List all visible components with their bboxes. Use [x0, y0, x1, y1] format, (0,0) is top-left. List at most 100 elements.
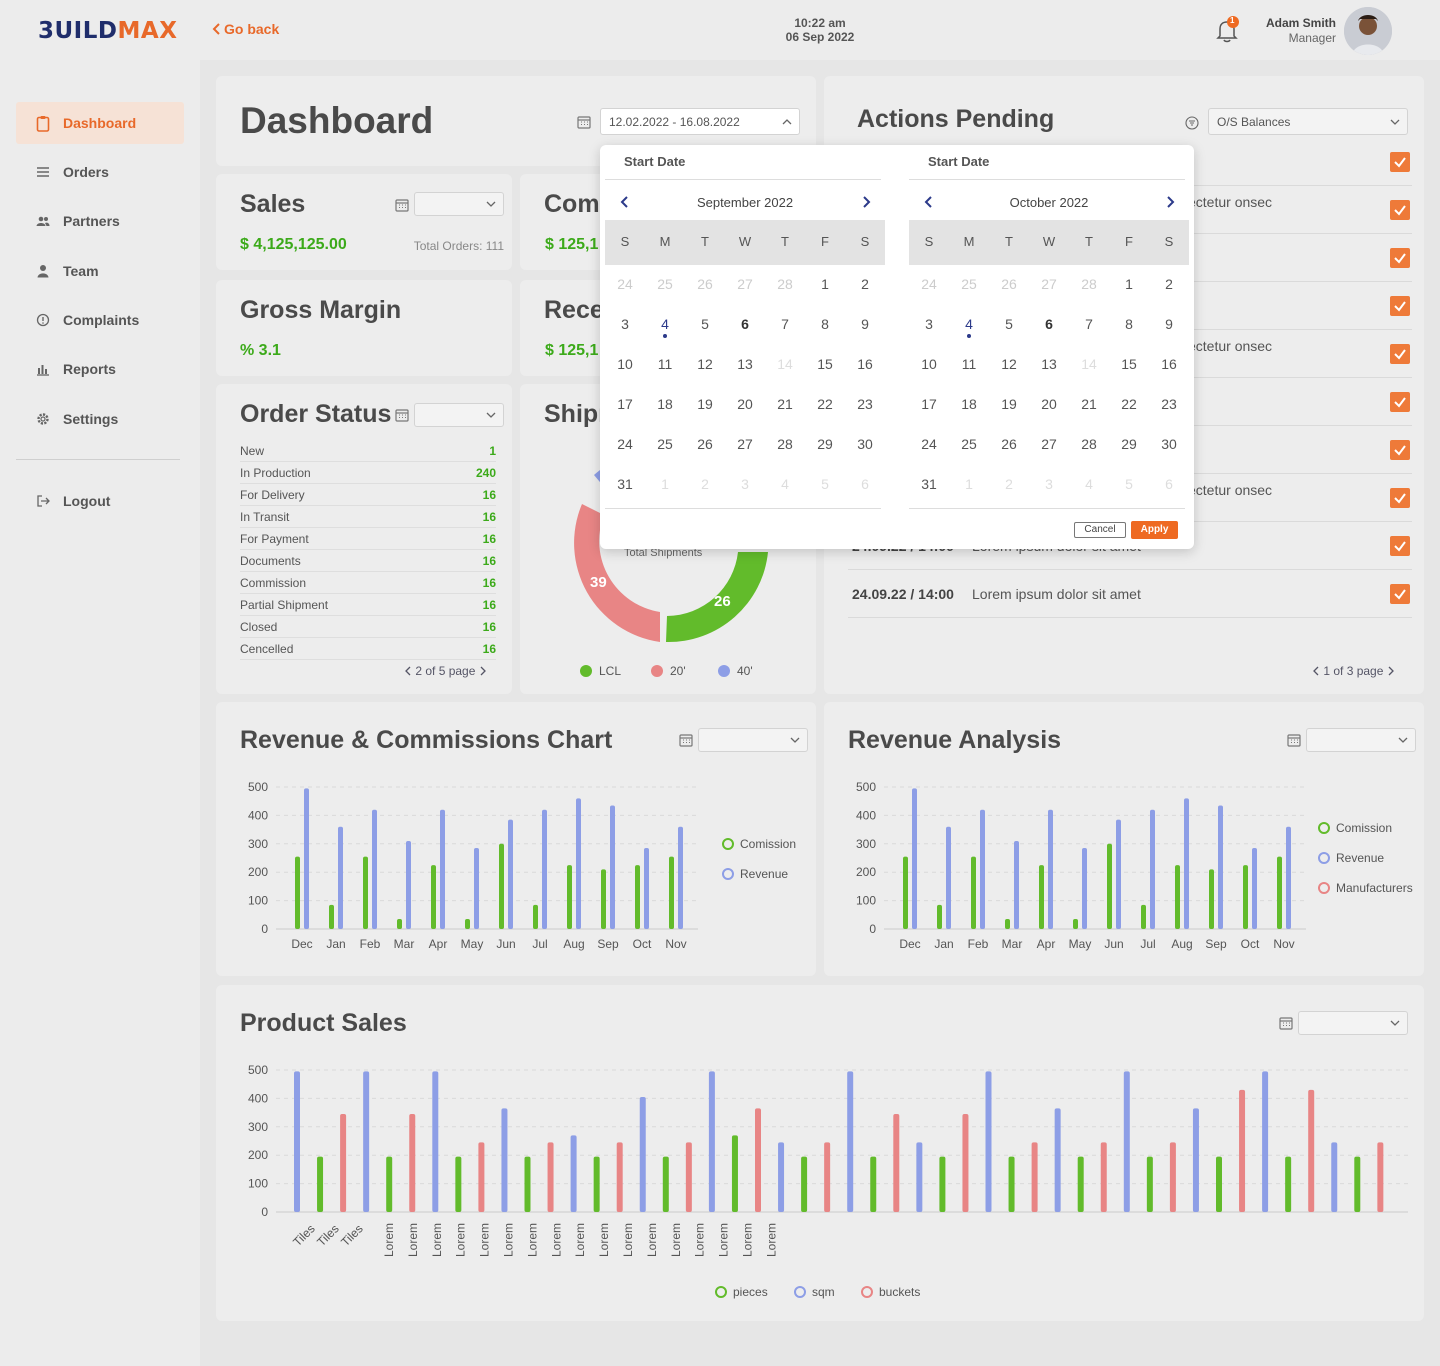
calendar-day[interactable]: 22 [1109, 384, 1149, 424]
order-status-select[interactable] [414, 403, 504, 427]
calendar-day[interactable]: 17 [605, 384, 645, 424]
action-checkbox[interactable] [1390, 584, 1410, 604]
action-checkbox[interactable] [1390, 536, 1410, 556]
chevron-right-icon[interactable] [1387, 666, 1395, 676]
calendar-day[interactable]: 4 [645, 304, 685, 344]
calendar-day[interactable]: 11 [645, 344, 685, 384]
calendar-day[interactable]: 2 [845, 264, 885, 304]
calendar-day[interactable]: 26 [989, 424, 1029, 464]
calendar-day[interactable]: 7 [765, 304, 805, 344]
calendar-day[interactable]: 24 [605, 424, 645, 464]
actions-pager[interactable]: 1 of 3 page [1312, 664, 1395, 678]
calendar-day[interactable]: 5 [1109, 464, 1149, 504]
calendar-day[interactable]: 13 [725, 344, 765, 384]
calendar-day[interactable]: 16 [1149, 344, 1189, 384]
calendar-day[interactable]: 24 [605, 264, 645, 304]
actions-filter-select[interactable]: O/S Balances [1208, 108, 1408, 135]
prev-month-icon[interactable] [922, 194, 936, 210]
action-checkbox[interactable] [1390, 152, 1410, 172]
chevron-right-icon[interactable] [479, 666, 487, 676]
calendar-day[interactable]: 8 [805, 304, 845, 344]
action-checkbox[interactable] [1390, 248, 1410, 268]
next-month-icon[interactable] [859, 194, 873, 210]
date-range-input[interactable]: 12.02.2022 - 16.08.2022 [600, 108, 800, 135]
calendar-day[interactable]: 18 [949, 384, 989, 424]
calendar-day[interactable]: 18 [645, 384, 685, 424]
calendar-day[interactable]: 30 [845, 424, 885, 464]
calendar-day[interactable]: 3 [909, 304, 949, 344]
calendar-day[interactable]: 1 [645, 464, 685, 504]
calendar-day[interactable]: 3 [725, 464, 765, 504]
calendar-day[interactable]: 6 [1029, 304, 1069, 344]
calendar-day[interactable]: 6 [845, 464, 885, 504]
calendar-day[interactable]: 12 [989, 344, 1029, 384]
calendar-day[interactable]: 22 [805, 384, 845, 424]
calendar-day[interactable]: 17 [909, 384, 949, 424]
calendar-day[interactable]: 28 [765, 424, 805, 464]
calendar-day[interactable]: 23 [845, 384, 885, 424]
calendar-day[interactable]: 6 [725, 304, 765, 344]
calendar-day[interactable]: 3 [1029, 464, 1069, 504]
avatar[interactable] [1344, 7, 1392, 55]
sales-period-select[interactable] [414, 192, 504, 216]
calendar-day[interactable]: 4 [765, 464, 805, 504]
calendar-day[interactable]: 24 [909, 424, 949, 464]
calendar-day[interactable]: 9 [845, 304, 885, 344]
calendar-day[interactable]: 7 [1069, 304, 1109, 344]
calendar-day[interactable]: 25 [645, 264, 685, 304]
calendar-day[interactable]: 6 [1149, 464, 1189, 504]
next-month-icon[interactable] [1163, 194, 1177, 210]
calendar-day[interactable]: 2 [1149, 264, 1189, 304]
calendar-day[interactable]: 25 [645, 424, 685, 464]
sidebar-item-reports[interactable]: Reports [16, 348, 184, 390]
prev-month-icon[interactable] [618, 194, 632, 210]
chevron-left-icon[interactable] [404, 666, 412, 676]
action-checkbox[interactable] [1390, 200, 1410, 220]
calendar-day[interactable]: 26 [685, 264, 725, 304]
calendar-day[interactable]: 19 [685, 384, 725, 424]
calendar-day[interactable]: 16 [845, 344, 885, 384]
calendar-day[interactable]: 21 [1069, 384, 1109, 424]
calendar-day[interactable]: 13 [1029, 344, 1069, 384]
apply-button[interactable]: Apply [1131, 521, 1178, 539]
calendar-day[interactable]: 28 [1069, 264, 1109, 304]
go-back-link[interactable]: Go back [212, 21, 279, 37]
calendar-day[interactable]: 31 [605, 464, 645, 504]
sidebar-item-partners[interactable]: Partners [16, 200, 184, 242]
filter-icon[interactable] [1185, 116, 1199, 130]
calendar-day[interactable]: 14 [765, 344, 805, 384]
action-checkbox[interactable] [1390, 296, 1410, 316]
calendar-day[interactable]: 28 [765, 264, 805, 304]
calendar-day[interactable]: 2 [989, 464, 1029, 504]
calendar-day[interactable]: 28 [1069, 424, 1109, 464]
calendar-day[interactable]: 21 [765, 384, 805, 424]
calendar-day[interactable]: 4 [1069, 464, 1109, 504]
calendar-day[interactable]: 11 [949, 344, 989, 384]
action-checkbox[interactable] [1390, 392, 1410, 412]
calendar-day[interactable]: 27 [1029, 264, 1069, 304]
calendar-day[interactable]: 2 [685, 464, 725, 504]
calendar-day[interactable]: 19 [989, 384, 1029, 424]
calendar-day[interactable]: 8 [1109, 304, 1149, 344]
calendar-day[interactable]: 5 [805, 464, 845, 504]
cancel-button[interactable]: Cancel [1074, 522, 1126, 538]
sidebar-item-team[interactable]: Team [16, 250, 184, 292]
notifications-button[interactable]: 1 [1214, 16, 1240, 44]
calendar-day[interactable]: 30 [1149, 424, 1189, 464]
sidebar-item-complaints[interactable]: Complaints [16, 299, 184, 341]
calendar-day[interactable]: 14 [1069, 344, 1109, 384]
calendar-day[interactable]: 29 [805, 424, 845, 464]
action-checkbox[interactable] [1390, 344, 1410, 364]
sidebar-item-orders[interactable]: Orders [16, 151, 184, 193]
calendar-day[interactable]: 5 [685, 304, 725, 344]
calendar-day[interactable]: 27 [725, 264, 765, 304]
brand-logo[interactable]: 3UILDMAX [38, 18, 177, 44]
chevron-left-icon[interactable] [1312, 666, 1320, 676]
calendar-day[interactable]: 27 [725, 424, 765, 464]
calendar-day[interactable]: 27 [1029, 424, 1069, 464]
calendar-day[interactable]: 20 [725, 384, 765, 424]
sidebar-item-settings[interactable]: Settings [16, 398, 184, 440]
calendar-day[interactable]: 10 [605, 344, 645, 384]
order-status-pager[interactable]: 2 of 5 page [404, 664, 487, 678]
action-checkbox[interactable] [1390, 440, 1410, 460]
